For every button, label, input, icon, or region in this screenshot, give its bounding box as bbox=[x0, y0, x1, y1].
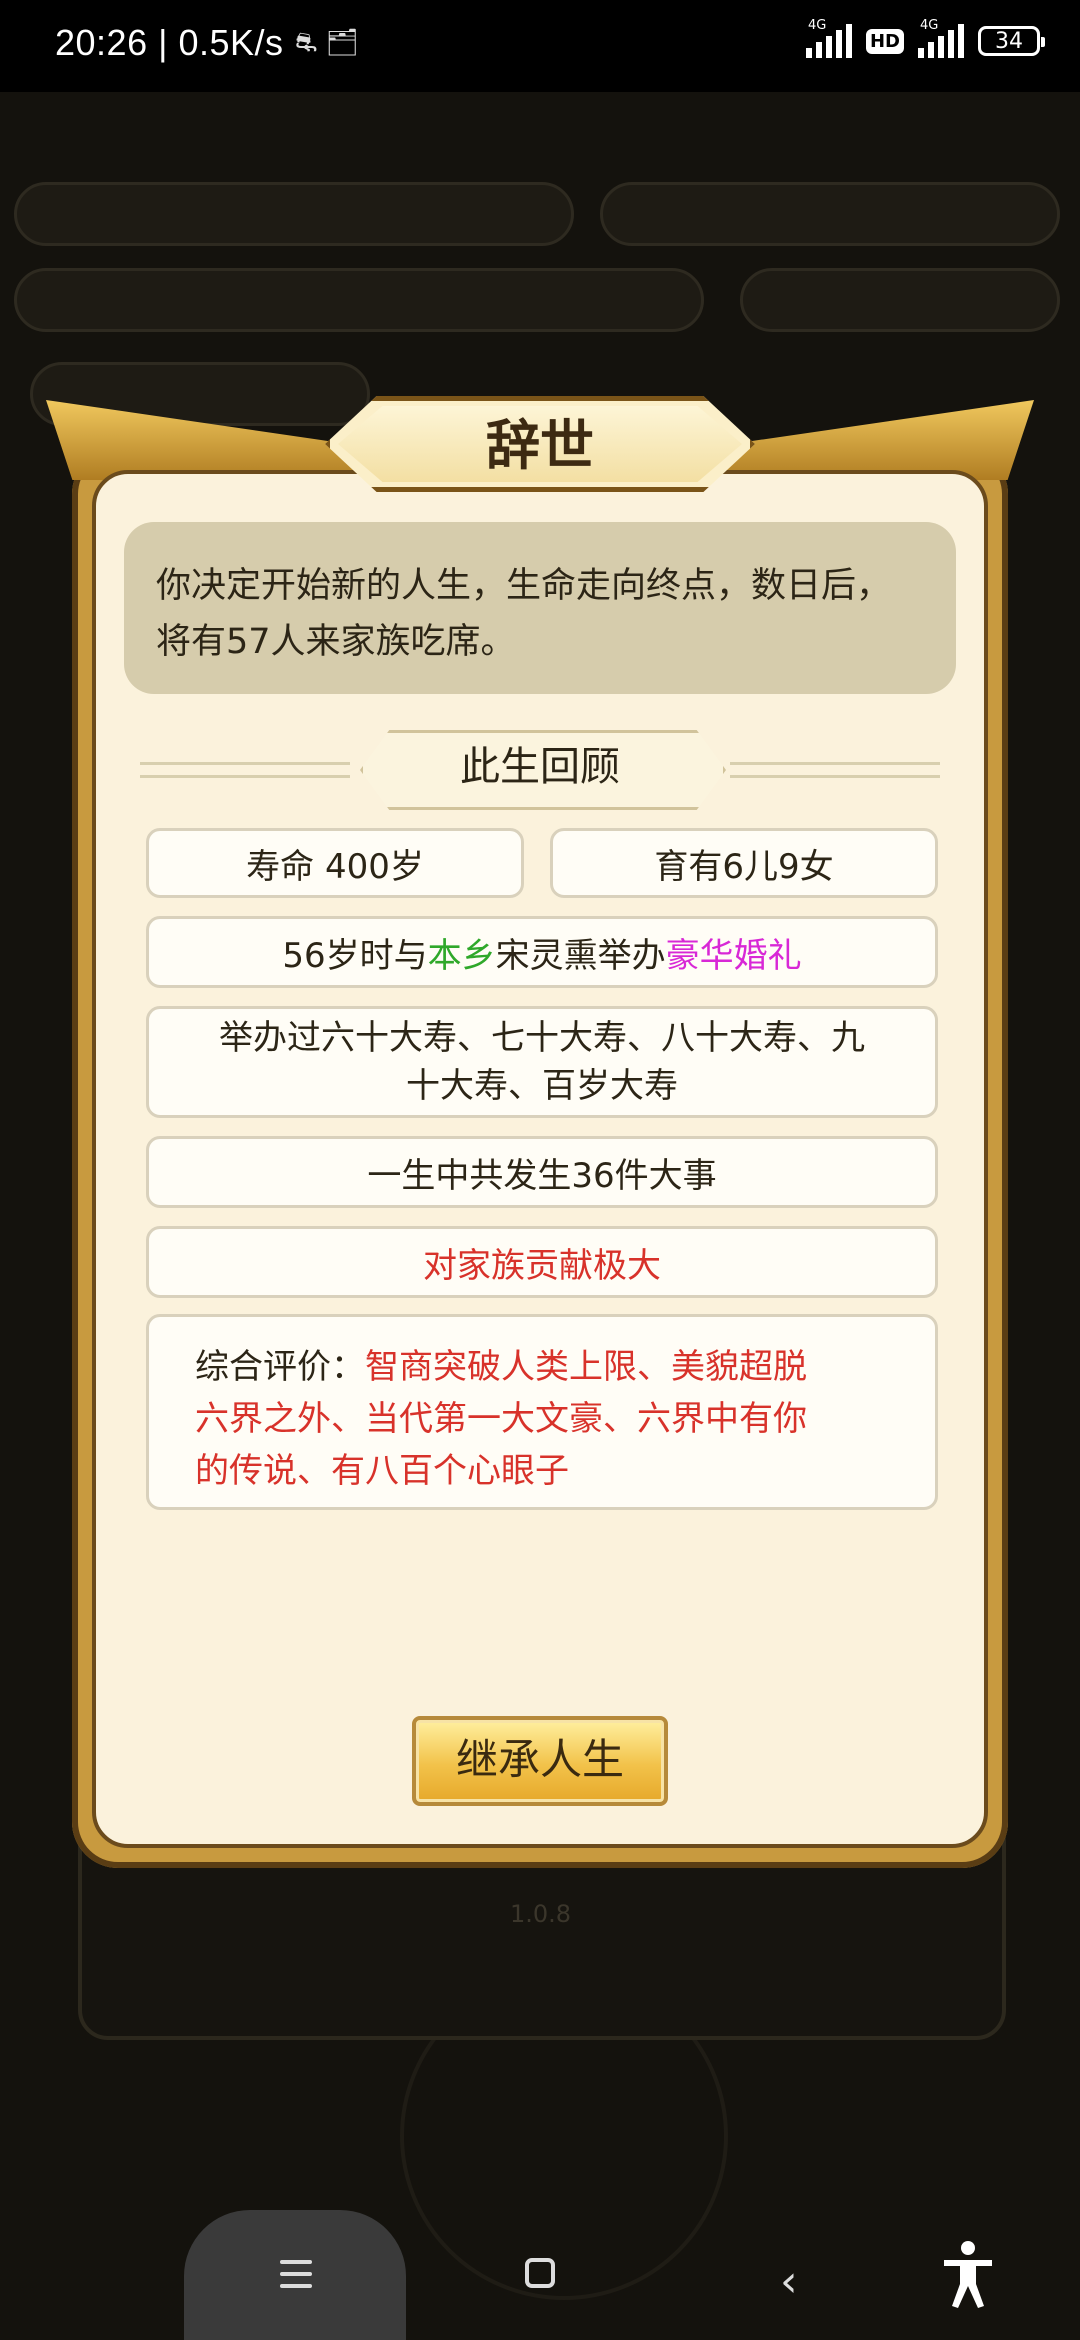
status-right-icons: 4G HD 4G 34 bbox=[805, 18, 1045, 58]
section-divider-right bbox=[730, 762, 940, 778]
marriage-wedding: 豪华婚礼 bbox=[665, 935, 802, 976]
status-time: 20:26 | 0.5K/s bbox=[55, 22, 284, 63]
birthdays-box: 举办过六十大寿、七十大寿、八十大寿、九 十大寿、百岁大寿 bbox=[146, 1006, 938, 1118]
background-bar bbox=[600, 182, 1060, 246]
back-icon[interactable]: ‹ bbox=[780, 2256, 798, 2307]
inherit-life-button[interactable]: 继承人生 bbox=[412, 1716, 668, 1806]
contribution-box: 对家族贡献极大 bbox=[146, 1226, 938, 1298]
contribution-text: 对家族贡献极大 bbox=[423, 1245, 661, 1286]
events-text: 一生中共发生36件大事 bbox=[367, 1155, 717, 1196]
evaluation-box: 综合评价：智商突破人类上限、美貌超脱 六界之外、当代第一大文豪、六界中有你 的传… bbox=[146, 1314, 938, 1510]
marriage-middle: 宋灵熏举办 bbox=[495, 935, 666, 976]
evaluation-label: 综合评价： bbox=[195, 1347, 365, 1387]
message-line: 你决定开始新的人生，生命走向终点，数日后， bbox=[156, 566, 892, 606]
version-label: 1.0.8 bbox=[510, 1900, 572, 1928]
message-box: 你决定开始新的人生，生命走向终点，数日后， 将有57人来家族吃席。 bbox=[124, 522, 956, 694]
lifespan-box: 寿命 400岁 bbox=[146, 828, 524, 898]
lifespan-text: 寿命 400岁 bbox=[246, 846, 424, 887]
children-box: 育有6儿9女 bbox=[550, 828, 938, 898]
marriage-place: 本乡 bbox=[427, 935, 496, 976]
dialog-title: 辞世 bbox=[486, 414, 594, 477]
marriage-box: 56岁时与 本乡 宋灵熏举办 豪华婚礼 bbox=[146, 916, 938, 988]
section-title: 此生回顾 bbox=[460, 744, 620, 790]
birthdays-line: 十大寿、百岁大寿 bbox=[406, 1066, 678, 1106]
menu-icon[interactable] bbox=[280, 2260, 312, 2288]
battery-icon: 34 bbox=[978, 26, 1045, 56]
notification-icons: ⛐ 🗂 bbox=[295, 28, 359, 58]
hd-icon: HD bbox=[865, 28, 904, 54]
signal-icon-2: 4G bbox=[918, 18, 964, 58]
marriage-prefix: 56岁时与 bbox=[282, 935, 428, 976]
evaluation-text: 的传说、有八百个心眼子 bbox=[195, 1451, 569, 1491]
signal-icon: 4G bbox=[805, 18, 852, 58]
events-box: 一生中共发生36件大事 bbox=[146, 1136, 938, 1208]
background-bar bbox=[14, 268, 704, 332]
evaluation-text: 六界之外、当代第一大文豪、六界中有你 bbox=[195, 1399, 807, 1439]
background-bar bbox=[740, 268, 1060, 332]
birthdays-line: 举办过六十大寿、七十大寿、八十大寿、九 bbox=[219, 1018, 865, 1058]
background-bar bbox=[14, 182, 574, 246]
status-bar: 20:26 | 0.5K/s ⛐ 🗂 4G HD 4G 34 bbox=[0, 0, 1080, 92]
children-text: 育有6儿9女 bbox=[654, 846, 834, 887]
section-divider-left bbox=[140, 762, 350, 778]
evaluation-text: 智商突破人类上限、美貌超脱 bbox=[365, 1347, 807, 1387]
home-icon[interactable] bbox=[525, 2258, 555, 2288]
accessibility-icon[interactable] bbox=[940, 2240, 996, 2310]
message-line: 将有57人来家族吃席。 bbox=[156, 622, 516, 662]
